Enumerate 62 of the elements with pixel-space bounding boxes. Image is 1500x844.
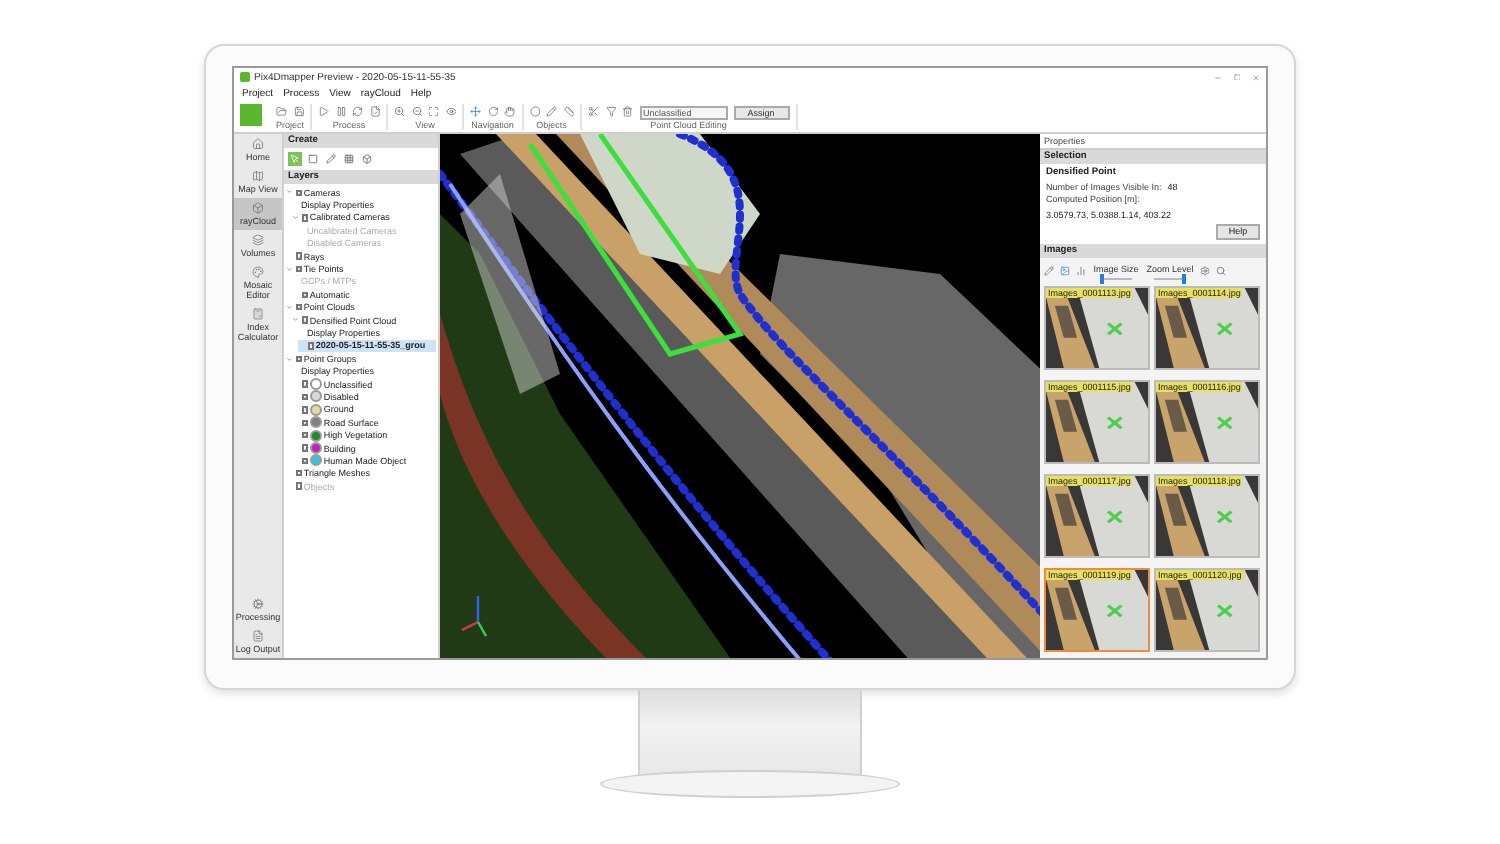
checkbox[interactable]: [301, 444, 308, 452]
caret-icon[interactable]: [292, 214, 299, 222]
document-icon: [252, 630, 264, 642]
fit-view-icon[interactable]: [428, 106, 440, 118]
image-icon[interactable]: [1060, 266, 1070, 276]
caret-icon[interactable]: [286, 355, 293, 363]
checkbox[interactable]: [301, 380, 308, 388]
search-icon[interactable]: [1216, 266, 1226, 276]
trash-icon[interactable]: [622, 106, 634, 118]
play-icon[interactable]: [318, 106, 330, 118]
checkbox[interactable]: [307, 342, 314, 350]
checkbox[interactable]: [295, 252, 302, 260]
checkbox[interactable]: [301, 406, 308, 414]
maximize-icon[interactable]: [1233, 73, 1240, 81]
calculator-icon: [252, 308, 264, 320]
checkbox[interactable]: [301, 291, 308, 299]
axis-gizmo-icon: [460, 594, 488, 638]
caret-icon[interactable]: [286, 188, 293, 196]
file-check-icon[interactable]: [369, 106, 381, 118]
app-logo-icon: [240, 104, 262, 126]
eye-icon[interactable]: [445, 106, 457, 118]
pencil-icon[interactable]: [1044, 266, 1054, 276]
checkbox[interactable]: [301, 393, 308, 401]
checkbox[interactable]: [301, 431, 308, 439]
move-icon[interactable]: [470, 106, 482, 118]
checkbox[interactable]: [301, 316, 308, 324]
zoom-in-icon[interactable]: [394, 106, 406, 118]
save-icon[interactable]: [293, 106, 304, 118]
slider-thumb[interactable]: [1182, 273, 1187, 283]
layers-icon: [252, 234, 264, 246]
pencil-icon[interactable]: [546, 106, 558, 118]
checkbox[interactable]: [301, 214, 308, 222]
checkbox[interactable]: [295, 189, 302, 196]
checkbox[interactable]: [295, 355, 302, 362]
palette-icon: [252, 266, 264, 278]
checkbox[interactable]: [295, 470, 302, 477]
create-tool-icon[interactable]: [324, 152, 338, 166]
refresh-icon[interactable]: [352, 106, 364, 118]
create-tool-icon[interactable]: [360, 152, 374, 166]
circle-icon[interactable]: [529, 106, 541, 118]
slider-thumb[interactable]: [1099, 273, 1104, 283]
cube-icon: [252, 202, 264, 214]
filter-icon[interactable]: [605, 106, 617, 118]
pause-icon[interactable]: [335, 106, 347, 118]
rotate-icon[interactable]: [487, 106, 499, 118]
checkbox[interactable]: [295, 304, 302, 311]
checkbox[interactable]: [295, 265, 302, 273]
create-tool-icon[interactable]: [306, 152, 320, 166]
caret-icon[interactable]: [286, 265, 293, 273]
ruler-icon[interactable]: [563, 106, 575, 118]
gear-icon: [252, 598, 264, 610]
checkbox[interactable]: [301, 419, 308, 426]
hand-icon[interactable]: [504, 106, 516, 118]
map-icon: [252, 170, 264, 182]
zoom-out-icon[interactable]: [411, 106, 423, 118]
app-logo-icon: [240, 72, 250, 82]
settings-icon[interactable]: [1200, 266, 1210, 276]
folder-icon[interactable]: [276, 106, 287, 118]
checkbox[interactable]: [301, 457, 308, 465]
create-tool-icon[interactable]: [342, 152, 356, 166]
chart-icon[interactable]: [1076, 266, 1086, 276]
home-icon: [252, 138, 264, 150]
